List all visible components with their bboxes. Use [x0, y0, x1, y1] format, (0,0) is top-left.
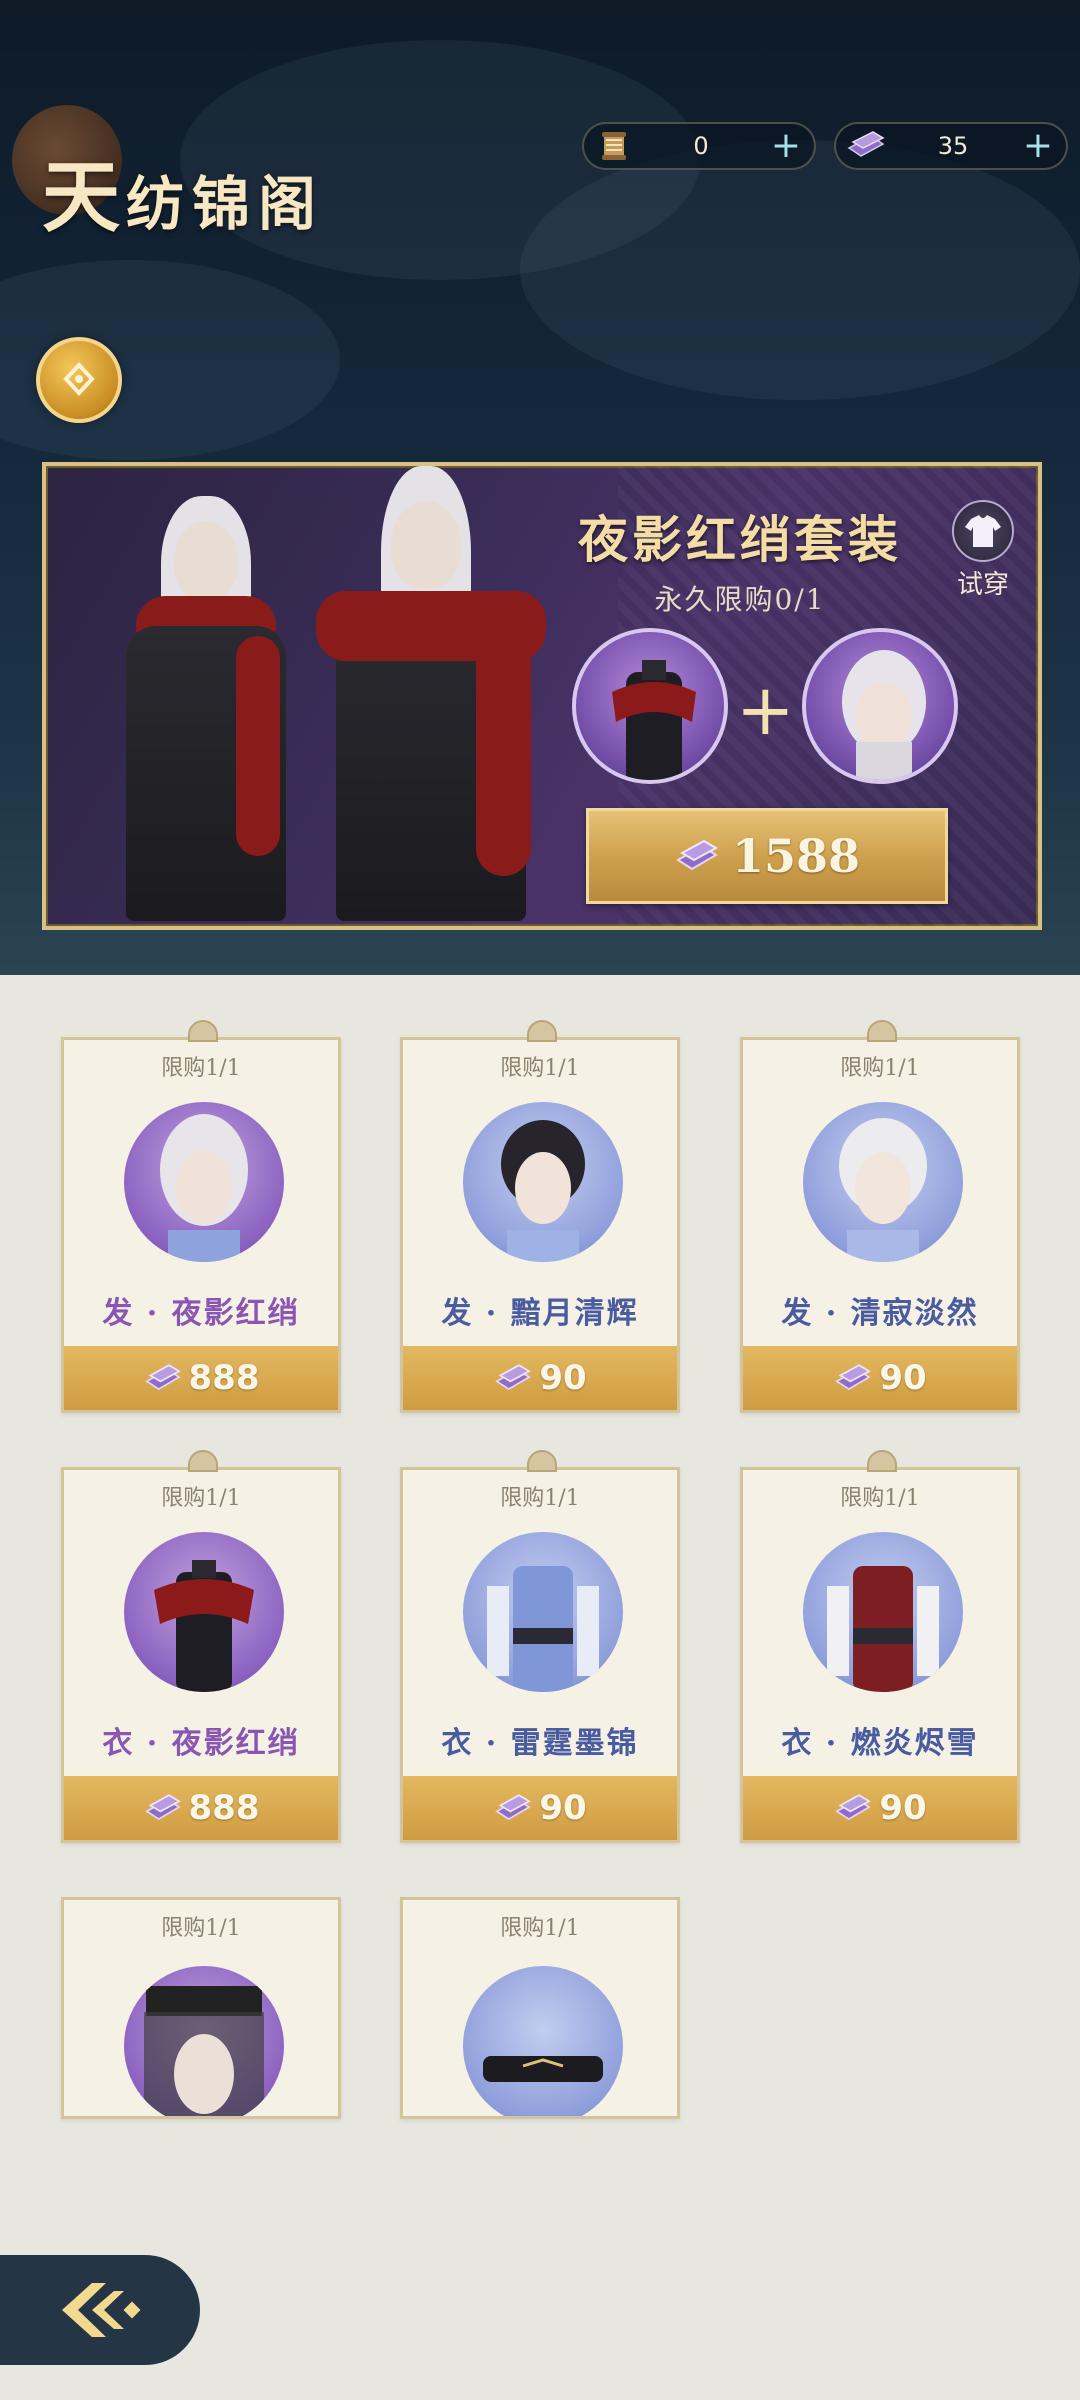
top-banner-area: 天纺锦阁 0 + 35 + 夜影红绡套装 永久限购0/1 试穿 + 1588 — [0, 0, 1080, 975]
item-price: 90 — [879, 1788, 927, 1828]
price-bar: 90 — [743, 1776, 1017, 1840]
item-portrait — [803, 1102, 963, 1262]
item-card[interactable]: 限购1/1 — [400, 1897, 680, 2119]
item-portrait — [124, 1532, 284, 1692]
item-portrait — [124, 1966, 284, 2116]
male-character-art — [286, 406, 546, 926]
item-name: 衣 · 雷霆墨锦 — [441, 1726, 639, 1761]
purchase-limit: 限购1/1 — [840, 1486, 920, 1511]
back-arrow-icon — [62, 2283, 141, 2337]
card-knob — [188, 1450, 218, 1472]
fabric-ticket-icon — [495, 1364, 532, 1391]
plus-sign: + — [736, 669, 795, 751]
currency-thread: 0 + — [582, 122, 816, 170]
set-limit-text: 永久限购0/1 — [654, 583, 826, 616]
price-bar: 888 — [64, 1346, 338, 1410]
buy-set-button[interactable]: 1588 — [586, 808, 948, 904]
item-portrait — [463, 1966, 623, 2116]
card-knob — [188, 1020, 218, 1042]
item-card[interactable]: 限购1/1 — [61, 1897, 341, 2119]
title-rest: 纺锦阁 — [126, 170, 325, 238]
item-price: 888 — [188, 1788, 260, 1828]
shop-emblem-icon[interactable] — [36, 337, 122, 423]
item-name: 衣 · 燃炎烬雪 — [781, 1726, 979, 1761]
item-price: 90 — [539, 1358, 587, 1398]
title-first-char: 天 — [42, 152, 127, 243]
set-item-hair[interactable] — [802, 628, 958, 784]
cloud-decoration — [520, 140, 1080, 400]
try-on-button[interactable]: 试穿 — [946, 500, 1020, 601]
item-name: 发 · 黯月清辉 — [441, 1296, 639, 1331]
currency-amount: 35 — [937, 132, 969, 160]
price-bar: 888 — [64, 1776, 338, 1840]
item-name: 衣 · 夜影红绡 — [102, 1726, 300, 1761]
fabric-ticket-icon — [495, 1794, 532, 1821]
fabric-ticket-icon — [144, 1794, 181, 1821]
item-card[interactable]: 限购1/1 衣 · 燃炎烬雪 90 — [740, 1450, 1020, 1843]
purchase-limit: 限购1/1 — [500, 1056, 580, 1081]
price-bar: 90 — [743, 1346, 1017, 1410]
set-item-outfit[interactable] — [572, 628, 728, 784]
item-price: 90 — [539, 1788, 587, 1828]
try-on-label: 试穿 — [956, 570, 1009, 600]
card-knob — [527, 1450, 557, 1472]
fabric-ticket-icon — [835, 1794, 872, 1821]
fabric-ticket-icon — [676, 839, 719, 871]
item-card[interactable]: 限购1/1 衣 · 雷霆墨锦 90 — [400, 1450, 680, 1843]
item-card[interactable]: 限购1/1 衣 · 夜影红绡 888 — [61, 1450, 341, 1843]
item-card[interactable]: 限购1/1 发 · 夜影红绡 888 — [61, 1020, 341, 1413]
item-name: 发 · 夜影红绡 — [102, 1296, 300, 1331]
item-price: 888 — [188, 1358, 260, 1398]
item-portrait — [803, 1532, 963, 1692]
fabric-ticket-icon — [835, 1364, 872, 1391]
set-title: 夜影红绡套装 — [578, 510, 902, 569]
fabric-ticket-icon — [144, 1364, 181, 1391]
purchase-limit: 限购1/1 — [161, 1486, 241, 1511]
back-button[interactable] — [0, 2255, 200, 2365]
item-portrait — [124, 1102, 284, 1262]
purchase-limit: 限购1/1 — [840, 1056, 920, 1081]
price-bar: 90 — [403, 1776, 677, 1840]
page-title: 天纺锦阁 — [42, 135, 324, 247]
outfit-icon — [952, 500, 1014, 562]
card-knob — [867, 1450, 897, 1472]
purchase-limit: 限购1/1 — [161, 1056, 241, 1081]
purchase-limit: 限购1/1 — [500, 1916, 580, 1941]
thread-spool-icon — [592, 124, 636, 168]
item-portrait — [463, 1102, 623, 1262]
purchase-limit: 限购1/1 — [500, 1486, 580, 1511]
item-card[interactable]: 限购1/1 发 · 清寂淡然 90 — [740, 1020, 1020, 1413]
fabric-ticket-icon — [844, 124, 888, 168]
set-price: 1588 — [731, 829, 861, 883]
item-portrait — [463, 1532, 623, 1692]
card-knob — [527, 1020, 557, 1042]
card-knob — [867, 1020, 897, 1042]
item-price: 90 — [879, 1358, 927, 1398]
female-character-art — [86, 476, 316, 926]
purchase-limit: 限购1/1 — [161, 1916, 241, 1941]
price-bar: 90 — [403, 1346, 677, 1410]
add-currency-button[interactable]: + — [766, 128, 806, 164]
item-name: 发 · 清寂淡然 — [781, 1296, 979, 1331]
add-currency-button[interactable]: + — [1018, 128, 1058, 164]
item-card[interactable]: 限购1/1 发 · 黯月清辉 90 — [400, 1020, 680, 1413]
currency-amount: 0 — [693, 132, 709, 160]
currency-ticket: 35 + — [834, 122, 1068, 170]
